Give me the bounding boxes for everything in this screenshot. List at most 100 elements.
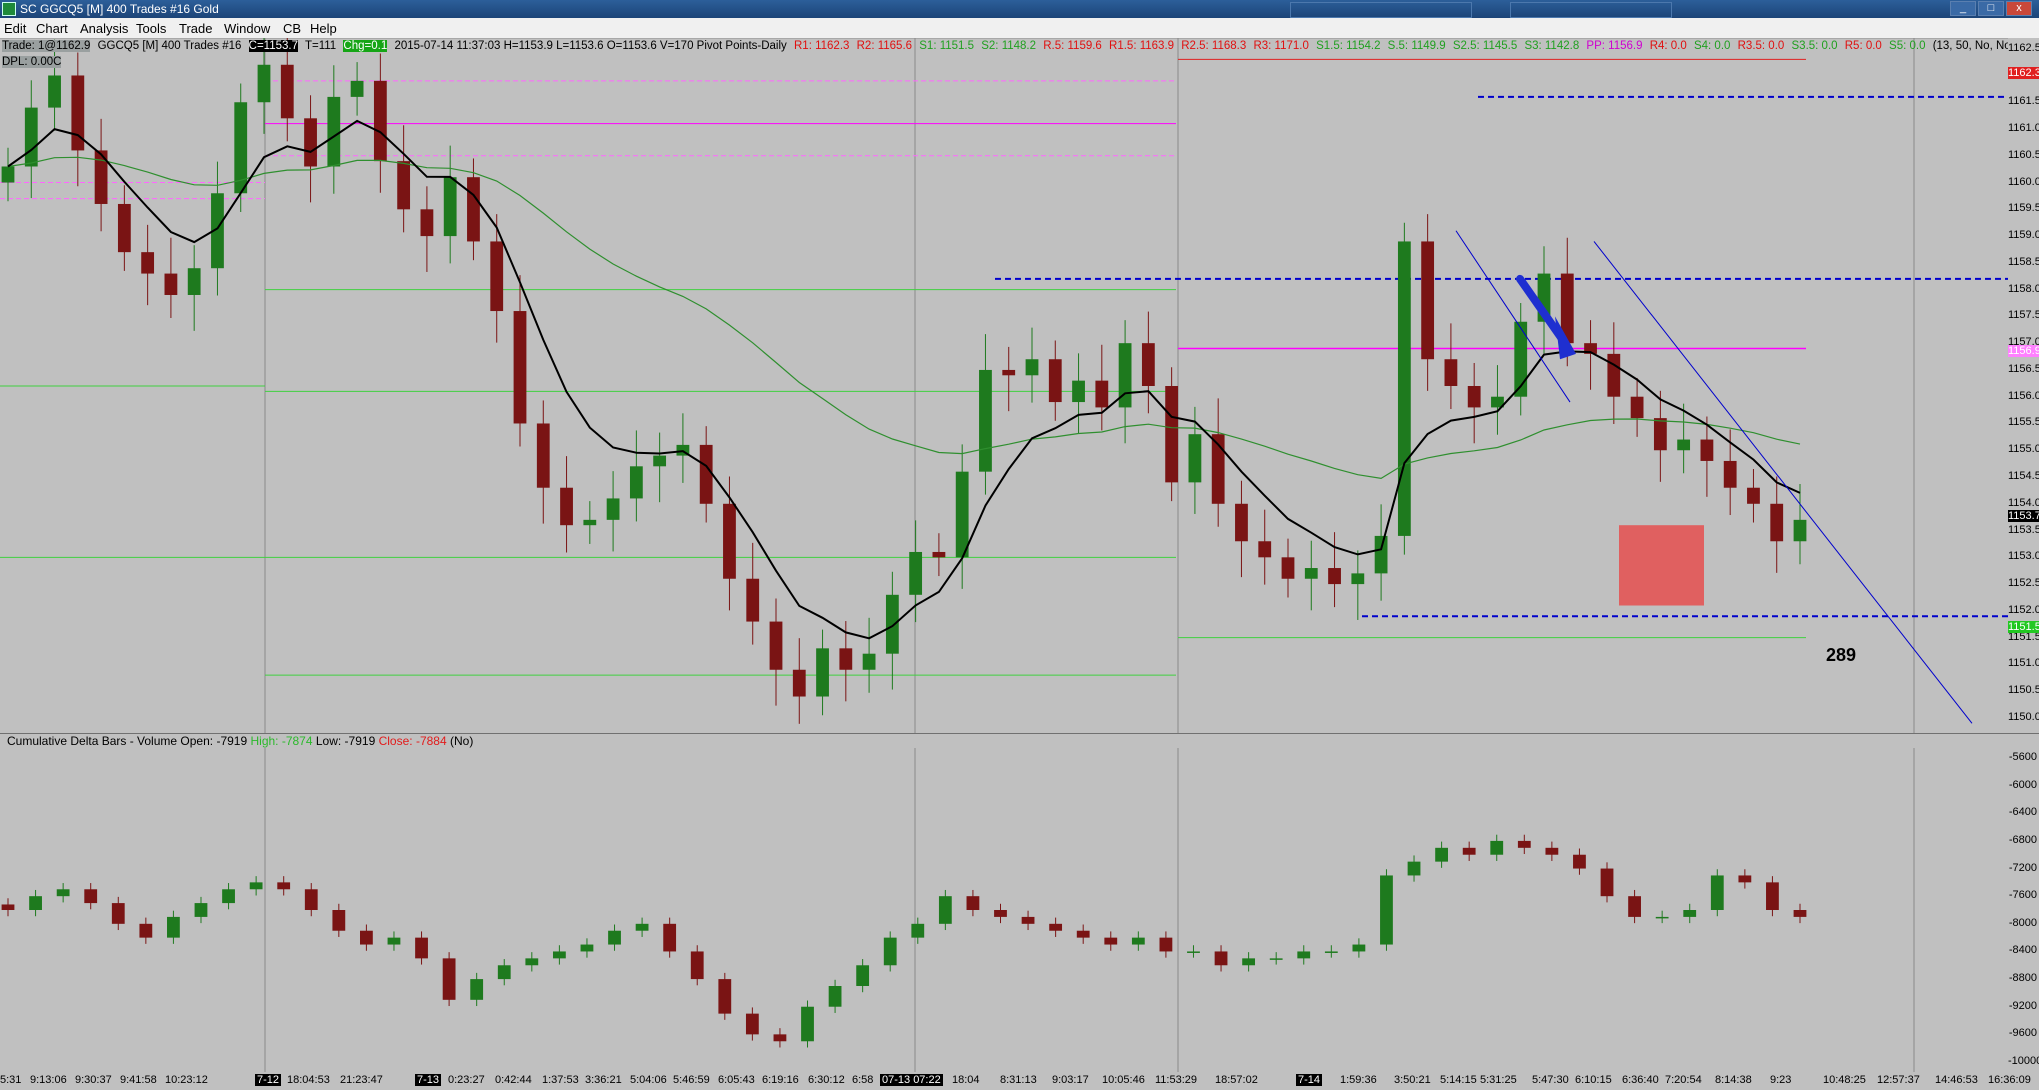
delta-bar — [773, 1034, 787, 1042]
menu-analysis[interactable]: Analysis — [80, 21, 128, 36]
price-axis-tick: 1158.5 — [2008, 255, 2039, 268]
candle — [24, 107, 38, 167]
time-axis-tick: 6:58 — [852, 1074, 874, 1086]
delta-bar — [332, 910, 346, 931]
time-axis-tick: 5:04:06 — [630, 1074, 667, 1086]
delta-chart[interactable] — [0, 748, 2008, 1072]
time-axis-tick: 7-13 — [415, 1074, 442, 1086]
title-bar: SC GGCQ5 [M] 400 Trades #16 Gold _ □ x — [0, 0, 2039, 18]
menu-help[interactable]: Help — [310, 21, 337, 36]
menu-window[interactable]: Window — [224, 21, 270, 36]
delta-bar — [415, 937, 428, 959]
candle — [653, 455, 667, 467]
delta-axis-tick: -9600 — [2008, 1027, 2037, 1040]
candle — [327, 96, 341, 167]
time-axis[interactable]: 5:31 9:13:06 9:30:37 9:41:58 10:23:12 7-12 18:… — [0, 1072, 2039, 1090]
delta-bar — [1517, 840, 1531, 848]
menu-trade[interactable]: Trade — [179, 21, 212, 36]
delta-bar — [1600, 868, 1614, 897]
delta-bar — [994, 910, 1007, 917]
price-axis-tick: 1161.0 — [2008, 122, 2039, 134]
candle — [909, 551, 923, 595]
delta-bar — [1573, 854, 1586, 869]
candle — [606, 498, 620, 520]
delta-bar — [1655, 916, 1669, 919]
candle — [979, 369, 992, 472]
delta-axis[interactable]: -5600 -6000 -6400 -6800 -7200 -7600 -8000 -8400… — [2008, 734, 2039, 1072]
price-axis-tick: 1153.5 — [2008, 523, 2039, 536]
delta-axis-tick: -8800 — [2008, 972, 2037, 985]
stat-r25: R2.5: 1168.3 — [1181, 40, 1247, 52]
background-window-tab[interactable] — [1510, 2, 1672, 18]
delta-bar — [1104, 937, 1118, 945]
price-chart[interactable] — [0, 38, 2008, 734]
s1-price-marker: 1151.5 — [2008, 621, 2039, 633]
delta-bar — [690, 951, 704, 980]
delta-axis-tick: -8400 — [2008, 944, 2037, 957]
stat-s25: S2.5: 1145.5 — [1452, 40, 1518, 52]
stat-trades: T=111 — [304, 40, 337, 52]
delta-bar — [1131, 937, 1145, 945]
dpl-label: DPL: 0.00C — [2, 56, 62, 68]
delta-bar — [938, 896, 952, 924]
app-logo-icon — [2, 2, 16, 16]
menu-edit[interactable]: Edit — [4, 21, 26, 36]
candle — [1747, 487, 1760, 504]
candle — [1141, 343, 1155, 386]
delta-label: Cumulative Delta Bars - Volume — [7, 734, 178, 748]
time-axis-tick: 10:48:25 — [1823, 1074, 1866, 1086]
candle — [490, 241, 504, 312]
menu-cb[interactable]: CB — [283, 21, 301, 36]
candle — [885, 594, 899, 654]
delta-bar — [883, 937, 897, 966]
candle — [280, 64, 294, 119]
delta-bar — [1462, 847, 1476, 855]
delta-bar — [194, 903, 208, 917]
stat-r3: R3: 1171.0 — [1253, 40, 1309, 52]
delta-bar — [470, 979, 484, 1000]
delta-bar — [84, 889, 98, 904]
time-axis-tick: 3:36:21 — [585, 1074, 622, 1086]
maximize-icon[interactable]: □ — [1978, 1, 2004, 16]
menu-chart[interactable]: Chart — [36, 21, 68, 36]
candle — [1048, 359, 1062, 403]
time-axis-tick: 6:36:40 — [1622, 1074, 1659, 1086]
price-axis-tick: 1156.5 — [2008, 362, 2039, 375]
minimize-icon[interactable]: _ — [1950, 1, 1976, 16]
annotation-number: 289 — [1826, 645, 1857, 665]
candle — [1770, 503, 1784, 542]
last-price-marker: 1153.7 — [2008, 510, 2039, 522]
time-axis-tick: 12:57:37 — [1877, 1074, 1920, 1086]
delta-bar — [1793, 910, 1807, 917]
close-icon[interactable]: x — [2006, 1, 2032, 16]
candle — [862, 653, 876, 670]
delta-bar — [497, 965, 511, 980]
delta-bar — [111, 903, 125, 924]
candle — [1002, 369, 1016, 376]
candle — [1700, 439, 1714, 461]
delta-bar — [139, 923, 153, 938]
menu-tools[interactable]: Tools — [136, 21, 166, 36]
stat-close: C=1153.7 — [248, 40, 298, 52]
delta-bar — [1324, 951, 1338, 953]
time-axis-tick: 9:13:06 — [30, 1074, 67, 1086]
delta-bar — [1352, 944, 1366, 952]
candle — [839, 648, 853, 670]
time-axis-tick: 8:31:13 — [1000, 1074, 1037, 1086]
delta-bar — [1380, 875, 1393, 945]
window-title: SC GGCQ5 [M] 400 Trades #16 Gold — [20, 2, 219, 16]
delta-open: Open: -7919 — [180, 734, 248, 748]
delta-bar — [580, 944, 594, 952]
delta-bar — [277, 882, 291, 890]
stat-r2: R2: 1165.6 — [856, 40, 913, 52]
delta-axis-tick: -7200 — [2008, 861, 2037, 874]
time-axis-tick: 5:46:59 — [673, 1074, 710, 1086]
delta-bar — [1435, 847, 1448, 862]
time-axis-tick: 7-12 — [255, 1074, 282, 1086]
price-axis-tick: 1155.0 — [2008, 443, 2039, 456]
delta-high: High: -7874 — [250, 734, 313, 748]
delta-axis-tick: -9200 — [2008, 999, 2037, 1012]
time-axis-tick: 14:46:53 — [1935, 1074, 1978, 1086]
price-axis-tick: 1157.5 — [2008, 309, 2039, 322]
background-window-tab[interactable] — [1290, 2, 1472, 18]
